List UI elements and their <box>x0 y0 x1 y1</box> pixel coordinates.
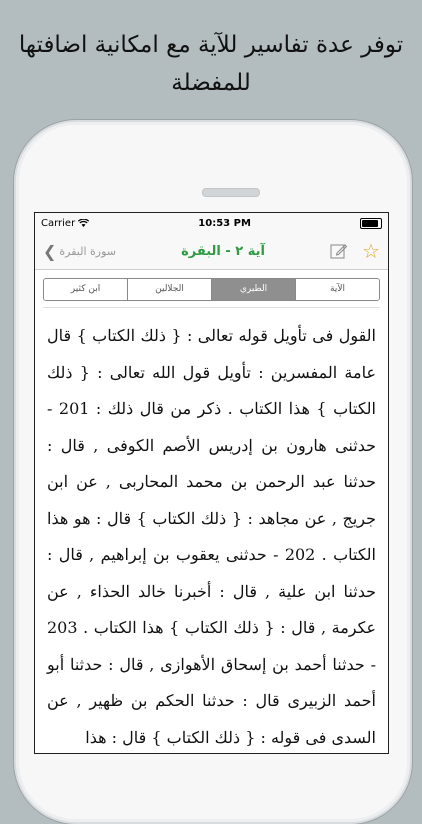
back-button[interactable]: ❮ سورة البقرة <box>43 242 116 261</box>
star-icon[interactable]: ☆ <box>362 241 380 261</box>
edit-icon[interactable] <box>330 242 348 260</box>
promo-headline: توفر عدة تفاسير للآية مع امكانية اضافتها… <box>18 32 404 96</box>
segmented-control: ابن كثير الجلالين الطبري الآية <box>43 278 380 301</box>
chevron-left-icon: ❮ <box>43 241 57 261</box>
battery-icon <box>359 217 382 229</box>
status-bar: Carrier 10:53 PM <box>35 213 388 233</box>
carrier-label: Carrier <box>41 217 76 229</box>
nav-bar: ❮ سورة البقرة آية ٢ - البقرة ☆ <box>35 233 388 270</box>
app-screen: Carrier 10:53 PM ❮ سورة البقرة آية ٢ - ا… <box>34 212 389 754</box>
carrier-indicator: Carrier <box>41 217 90 229</box>
nav-actions: ☆ <box>330 241 380 261</box>
tab-jalalayn[interactable]: الجلالين <box>128 279 212 300</box>
clock: 10:53 PM <box>198 217 251 229</box>
back-label: سورة البقرة <box>59 244 117 258</box>
wifi-icon <box>78 218 90 227</box>
battery-indicator <box>359 217 382 229</box>
tab-ibn-kathir[interactable]: ابن كثير <box>44 279 128 300</box>
speaker-grille <box>202 188 260 197</box>
tafsir-tabs: ابن كثير الجلالين الطبري الآية <box>35 270 388 307</box>
tafsir-text: القول فى تأويل قوله تعالى : { ذلك الكتاب… <box>47 326 377 747</box>
tab-ayah[interactable]: الآية <box>296 279 379 300</box>
nav-title: آية ٢ - البقرة <box>181 243 265 259</box>
tab-tabari[interactable]: الطبري <box>212 279 296 300</box>
